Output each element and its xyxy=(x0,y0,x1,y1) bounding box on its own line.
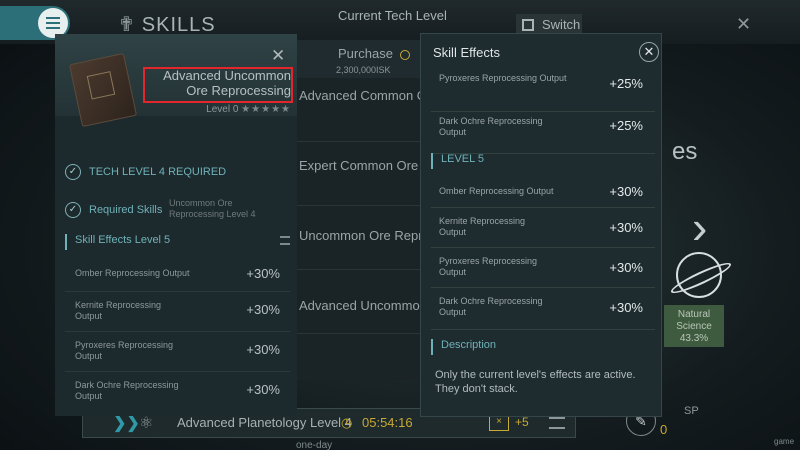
skill-level-label: Level 0 xyxy=(206,104,239,115)
switch-icon xyxy=(522,19,534,31)
requirement-skills: ✓ Required Skills Uncommon Ore Reprocess… xyxy=(65,198,290,222)
effect-row: Kernite Reprocessing Output +30% xyxy=(65,292,290,332)
skill-list-item[interactable]: Advanced Common Ore xyxy=(296,78,423,142)
training-skill-name: Advanced Planetology Level 4 xyxy=(177,415,352,430)
isk-icon xyxy=(400,50,410,60)
effect-name: Kernite Reprocessing Output xyxy=(75,300,162,321)
effect-value: +25% xyxy=(609,76,643,91)
fast-forward-icon[interactable]: ❯❯ xyxy=(113,413,140,433)
effect-row: Pyroxeres Reprocessing Output +30% xyxy=(65,332,290,372)
effect-row: Omber Reprocessing Output +30% xyxy=(65,256,290,292)
requirement-sub: Uncommon Ore Reprocessing Level 4 xyxy=(169,198,256,219)
training-time: 05:54:16 xyxy=(362,415,413,430)
clock-icon: ◷ xyxy=(341,415,353,430)
queue-subtitle: one-day xyxy=(296,440,333,450)
effects-header: Skill Effects Level 5 xyxy=(65,234,290,250)
effect-value: +30% xyxy=(246,382,280,397)
watermark: game xyxy=(774,437,795,446)
natural-science-percent: 43.3% xyxy=(679,333,709,344)
effect-row: Dark Ochre Reprocessing Output +30% xyxy=(65,372,290,412)
level-stars: ★★★★★ xyxy=(241,104,291,115)
effect-name: Omber Reprocessing Output xyxy=(75,268,190,278)
effect-row: Kernite Reprocessing Output +30% xyxy=(431,208,655,248)
effect-value: +30% xyxy=(246,266,280,281)
effect-value: +30% xyxy=(246,302,280,317)
check-icon: ✓ xyxy=(65,202,81,218)
requirement-tech-level: ✓ TECH LEVEL 4 REQUIRED xyxy=(65,164,290,184)
effects-header-label: Skill Effects Level 5 xyxy=(75,234,171,246)
effect-name: Pyroxeres Reprocessing Output xyxy=(75,340,174,361)
effect-value: +30% xyxy=(609,220,643,235)
purchase-cost: 2,300,000ISK xyxy=(336,65,391,75)
natural-science-label: Natural Science xyxy=(676,309,712,332)
level-header: LEVEL 5 xyxy=(431,153,655,169)
natural-science-category[interactable]: Natural Science 43.3% xyxy=(664,305,724,347)
effect-row: Pyroxeres Reprocessing Output +25% xyxy=(431,70,655,112)
list-icon[interactable] xyxy=(280,236,290,245)
requirement-label: Required Skills xyxy=(89,204,163,216)
check-icon: ✓ xyxy=(65,164,81,180)
chevron-right-icon[interactable]: › xyxy=(692,200,707,254)
effect-name: Pyroxeres Reprocessing Output xyxy=(439,73,567,83)
effect-name: Dark Ochre Reprocessing Output xyxy=(75,380,179,401)
atom-icon: ⚛ xyxy=(139,415,154,432)
effect-name: Kernite Reprocessing Output xyxy=(439,216,526,237)
effect-value: +25% xyxy=(609,118,643,133)
purchase-button[interactable]: Purchase 2,300,000ISK xyxy=(296,40,423,78)
skill-level: Level 0 ★★★★★ xyxy=(205,104,291,115)
close-icon[interactable]: ✕ xyxy=(639,42,659,62)
requirement-label: TECH LEVEL 4 REQUIRED xyxy=(89,166,227,178)
switch-label: Switch xyxy=(542,17,581,32)
effect-row: Omber Reprocessing Output +30% xyxy=(431,174,655,208)
description-header: Description xyxy=(431,339,655,355)
description-text: Only the current level's effects are act… xyxy=(435,369,636,395)
sp-label: SP xyxy=(684,405,699,417)
effect-name: Omber Reprocessing Output xyxy=(439,186,554,196)
effect-name: Pyroxeres Reprocessing Output xyxy=(439,256,538,277)
sp-value: 0 xyxy=(660,422,668,437)
category-title-fragment: es xyxy=(672,138,698,165)
close-icon[interactable]: ✕ xyxy=(736,14,751,35)
queue-menu-icon[interactable] xyxy=(549,417,565,429)
planet-icon[interactable] xyxy=(676,252,722,298)
boost-count: +5 xyxy=(515,415,529,429)
effect-name: Dark Ochre Reprocessing Output xyxy=(439,296,543,317)
effect-value: +30% xyxy=(246,342,280,357)
close-icon[interactable]: ✕ xyxy=(271,46,285,66)
skill-list-item[interactable]: Uncommon Ore Reprocessing xyxy=(296,206,423,270)
effect-row: Dark Ochre Reprocessing Output +30% xyxy=(431,288,655,330)
purchase-label: Purchase xyxy=(338,46,393,61)
boost-badge: × xyxy=(489,415,509,431)
skill-list-item[interactable]: Advanced Uncommon xyxy=(296,270,423,334)
effect-row: Dark Ochre Reprocessing Output +25% xyxy=(431,112,655,154)
effect-row: Pyroxeres Reprocessing Output +30% xyxy=(431,248,655,288)
skill-list-item[interactable]: Expert Common Ore Reprocessing xyxy=(296,142,423,206)
skill-effects-popup: Skill Effects ✕ Pyroxeres Reprocessing O… xyxy=(420,33,662,417)
effect-value: +30% xyxy=(609,260,643,275)
popup-title: Skill Effects xyxy=(433,45,500,60)
skill-list-panel: Purchase 2,300,000ISK Advanced Common Or… xyxy=(295,40,423,380)
tech-level-label: Current Tech Level xyxy=(338,8,447,23)
title-highlight-box xyxy=(143,67,293,103)
popup-header: Skill Effects ✕ xyxy=(421,34,661,70)
effect-name: Dark Ochre Reprocessing Output xyxy=(439,116,543,137)
effect-value: +30% xyxy=(609,300,643,315)
effect-value: +30% xyxy=(609,184,643,199)
